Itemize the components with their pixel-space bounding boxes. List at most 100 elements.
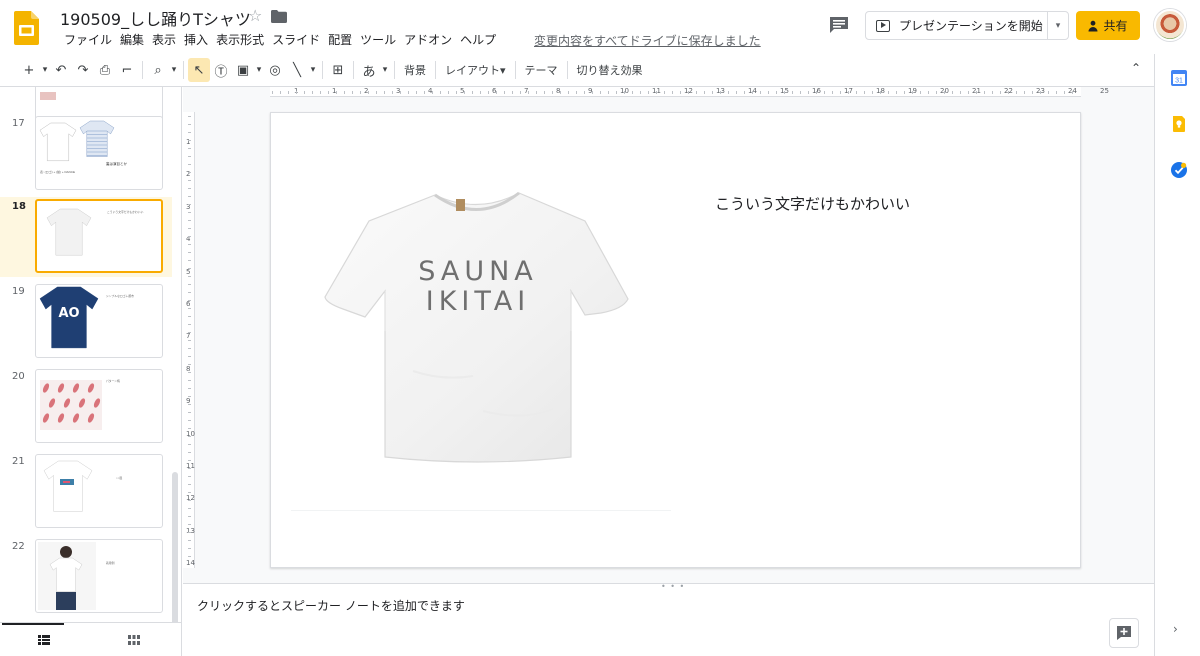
shape-tool[interactable]: ◎ — [264, 58, 286, 82]
ruler-tick — [188, 268, 191, 269]
ruler-tick — [1008, 91, 1009, 94]
menu-item-6[interactable]: 配置 — [324, 32, 356, 48]
explore-button[interactable] — [1109, 618, 1139, 648]
slide-thumbnail-row[interactable]: 17 表: (ロゴ) + (絵) + DANCE 裏は演目とか — [0, 114, 172, 194]
menu-item-1[interactable]: 編集 — [116, 32, 148, 48]
slide-thumbnail-row[interactable]: 18 こういう文字だけもかわいい — [0, 197, 172, 277]
expand-side-panel-icon[interactable]: › — [1173, 622, 1178, 636]
ruler-tick — [488, 91, 489, 94]
print-button[interactable]: ⎙ — [94, 58, 116, 82]
line-dropdown[interactable]: ▾ — [308, 58, 318, 82]
toolbar-separator — [394, 61, 395, 79]
slide-text-box[interactable]: こういう文字だけもかわいい — [715, 193, 910, 214]
present-button-group: プレゼンテーションを開始 ▾ — [865, 11, 1069, 40]
undo-button[interactable]: ↶ — [50, 58, 72, 82]
menu-item-7[interactable]: ツール — [356, 32, 400, 48]
current-slide[interactable]: SAUNA IKITAI こういう文字だけもかわいい — [270, 112, 1081, 568]
vertical-ruler[interactable]: 1 2 3 4 5 6 7 8 9 10 11 12 13 14 — [183, 112, 195, 568]
ruler-tick — [936, 91, 937, 94]
toolbar-separator — [435, 61, 436, 79]
start-presentation-button[interactable]: プレゼンテーションを開始 — [866, 12, 1048, 39]
ruler-tick — [672, 91, 673, 94]
menu-item-8[interactable]: アドオン — [400, 32, 456, 48]
account-avatar[interactable] — [1154, 9, 1186, 41]
folder-icon[interactable] — [271, 10, 287, 23]
ruler-tick — [528, 91, 529, 94]
new-slide-dropdown[interactable]: ▾ — [40, 58, 50, 82]
ruler-tick — [688, 91, 689, 94]
filmstrip-view-icon[interactable] — [38, 635, 50, 645]
ruler-tick — [188, 276, 191, 277]
keep-icon[interactable] — [1171, 116, 1187, 132]
slide-thumbnail-row[interactable]: 20 パターン柄 — [0, 367, 172, 447]
transition-button[interactable]: 切り替え効果 — [572, 58, 648, 82]
slide-thumbnail[interactable]: AO シンプルなロゴ＋都市 — [35, 284, 163, 358]
ruler-tick — [296, 91, 297, 94]
new-slide-button[interactable]: + — [18, 58, 40, 82]
grid-view-icon[interactable] — [128, 635, 140, 645]
zoom-dropdown[interactable]: ▾ — [169, 58, 179, 82]
ruler-tick — [744, 91, 745, 94]
document-title[interactable]: 190509_しし踊りTシャツ — [60, 6, 251, 30]
star-icon[interactable]: ☆ — [248, 6, 262, 25]
slide-thumbnail-row[interactable]: 19 AO シンプルなロゴ＋都市 — [0, 282, 172, 362]
speaker-notes-panel[interactable]: クリックするとスピーカー ノートを追加できます — [183, 589, 1154, 656]
textbox-tool[interactable]: Ⓣ — [210, 58, 232, 82]
ruler-tick — [336, 91, 337, 94]
slide-thumbnail[interactable]: 着用例 — [35, 539, 163, 613]
zoom-button[interactable]: ⌕ — [147, 58, 169, 82]
present-options-dropdown[interactable]: ▾ — [1048, 21, 1068, 31]
menu-item-4[interactable]: 表示形式 — [212, 32, 268, 48]
save-status-link[interactable]: 変更内容をすべてドライブに保存しました — [534, 32, 761, 49]
thumbnail-preview: 表: (ロゴ) + (絵) + DANCE 裏は演目とか — [39, 120, 127, 174]
slide-thumbnail-row[interactable]: 21 ○○風 — [0, 452, 172, 532]
slide-thumbnail[interactable]: パターン柄 — [35, 369, 163, 443]
ruler-tick — [712, 91, 713, 94]
slide-thumbnail[interactable]: ○○風 — [35, 454, 163, 528]
ruler-tick — [448, 91, 449, 94]
thumbnail-preview: AO シンプルなロゴ＋都市 — [39, 286, 134, 349]
collapse-menus-icon[interactable]: ⌃ — [1131, 61, 1141, 75]
comment-history-icon[interactable] — [829, 16, 849, 34]
tasks-icon[interactable] — [1171, 162, 1187, 178]
share-button[interactable]: 共有 — [1076, 11, 1140, 40]
shirt-print-line: SAUNA — [418, 256, 538, 287]
horizontal-ruler[interactable]: 1123456789101112131415161718192021222324… — [270, 87, 1109, 97]
image-dropdown[interactable]: ▾ — [254, 58, 264, 82]
speaker-notes-placeholder[interactable]: クリックするとスピーカー ノートを追加できます — [197, 597, 465, 614]
ruler-tick — [304, 91, 305, 94]
menu-item-5[interactable]: スライド — [268, 32, 324, 48]
ruler-tick — [888, 91, 889, 94]
menu-item-3[interactable]: 挿入 — [180, 32, 212, 48]
input-tools-dropdown[interactable]: ▾ — [380, 58, 390, 82]
theme-button[interactable]: テーマ — [520, 58, 563, 82]
ruler-tick — [188, 292, 191, 293]
ruler-tick — [376, 91, 377, 94]
ruler-tick — [188, 428, 191, 429]
ruler-tick — [928, 91, 929, 94]
menu-item-0[interactable]: ファイル — [60, 32, 116, 48]
slide-thumbnail[interactable]: こういう文字だけもかわいい — [35, 199, 163, 273]
insert-comment-button[interactable]: ⊞ — [327, 58, 349, 82]
ruler-tick — [384, 91, 385, 94]
slide-thumbnail-row[interactable]: 22 着用例 — [0, 537, 172, 617]
input-tools-button[interactable]: あ — [358, 58, 380, 82]
ruler-tick — [188, 516, 191, 517]
paint-format-button[interactable]: ⌐ — [116, 58, 138, 82]
background-button[interactable]: 背景 — [399, 58, 431, 82]
redo-button[interactable]: ↷ — [72, 58, 94, 82]
ruler-tick — [188, 148, 191, 149]
tshirt-image[interactable]: SAUNAIKITAI — [323, 181, 633, 466]
line-tool[interactable]: ╲ — [286, 58, 308, 82]
ruler-tick — [188, 524, 191, 525]
select-tool[interactable]: ↖ — [188, 58, 210, 82]
ruler-tick — [864, 91, 865, 94]
slides-logo-icon[interactable] — [14, 11, 39, 45]
menu-item-2[interactable]: 表示 — [148, 32, 180, 48]
ruler-tick — [840, 91, 841, 94]
slide-thumbnail[interactable]: 表: (ロゴ) + (絵) + DANCE 裏は演目とか — [35, 116, 163, 190]
layout-button[interactable]: レイアウト▾ — [440, 58, 511, 82]
calendar-icon[interactable]: 31 — [1171, 70, 1187, 86]
image-tool[interactable]: ▣ — [232, 58, 254, 82]
menu-item-9[interactable]: ヘルプ — [456, 32, 500, 48]
